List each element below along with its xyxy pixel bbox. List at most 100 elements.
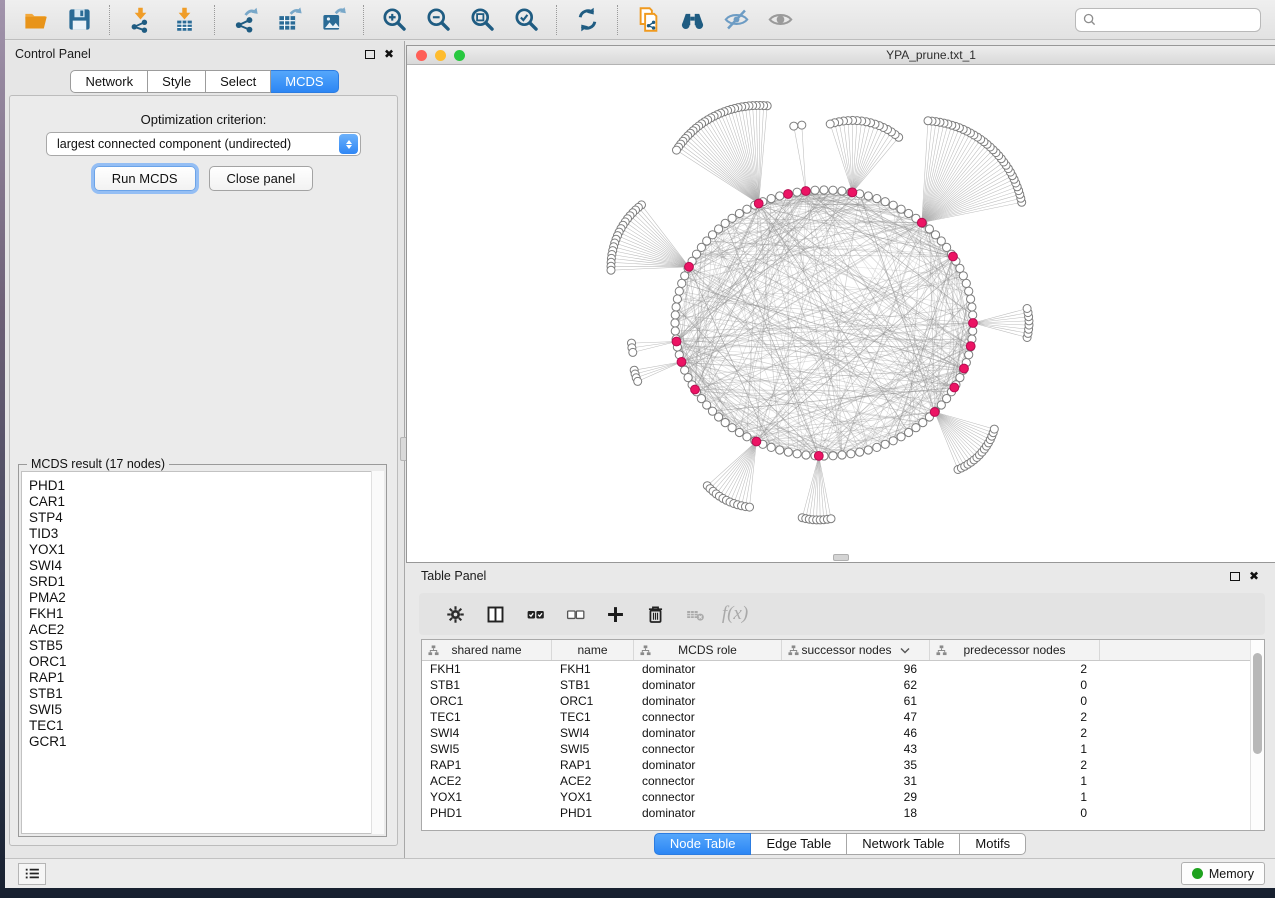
tab-network[interactable]: Network — [70, 70, 148, 93]
window-minimize-icon[interactable] — [435, 50, 446, 61]
column-header-predecessor-nodes[interactable]: predecessor nodes — [930, 640, 1100, 660]
tab-network-table[interactable]: Network Table — [847, 833, 960, 855]
search-windows-icon[interactable] — [670, 3, 714, 37]
search-input[interactable] — [1101, 13, 1253, 27]
import-table-icon[interactable] — [162, 3, 206, 37]
table-scrollbar-thumb[interactable] — [1253, 653, 1262, 754]
hide-panels-icon[interactable] — [714, 3, 758, 37]
tab-style[interactable]: Style — [148, 70, 206, 93]
network-window-titlebar[interactable]: YPA_prune.txt_1 — [407, 46, 1275, 65]
result-node-item[interactable]: CAR1 — [29, 494, 383, 510]
deselect-all-icon[interactable] — [555, 597, 595, 631]
table-row[interactable]: SWI5SWI5connector431 — [422, 741, 1264, 757]
zoom-selected-icon[interactable] — [504, 3, 548, 37]
window-zoom-icon[interactable] — [454, 50, 465, 61]
table-row[interactable]: ACE2ACE2connector311 — [422, 773, 1264, 789]
cell-successor-nodes: 46 — [782, 726, 930, 740]
result-node-item[interactable]: STB5 — [29, 638, 383, 654]
cell-predecessor-nodes: 1 — [930, 742, 1100, 756]
cell-name: ACE2 — [552, 774, 634, 788]
result-node-item[interactable]: TID3 — [29, 526, 383, 542]
refresh-view-icon[interactable] — [565, 3, 609, 37]
cell-name: ORC1 — [552, 694, 634, 708]
cell-successor-nodes: 31 — [782, 774, 930, 788]
table-row[interactable]: ORC1ORC1dominator610 — [422, 693, 1264, 709]
memory-button[interactable]: Memory — [1181, 862, 1265, 885]
function-icon[interactable]: f(x) — [715, 597, 755, 631]
mcds-result-title: MCDS result (17 nodes) — [27, 457, 169, 471]
result-node-item[interactable]: ACE2 — [29, 622, 383, 638]
clone-network-icon[interactable] — [626, 3, 670, 37]
network-canvas[interactable] — [407, 65, 1275, 562]
result-node-item[interactable]: PMA2 — [29, 590, 383, 606]
table-row[interactable]: FKH1FKH1dominator962 — [422, 661, 1264, 677]
tab-node-table[interactable]: Node Table — [654, 833, 752, 855]
zoom-fit-icon[interactable] — [460, 3, 504, 37]
zoom-out-icon[interactable] — [416, 3, 460, 37]
cell-predecessor-nodes: 2 — [930, 662, 1100, 676]
float-icon[interactable] — [365, 50, 375, 59]
result-node-item[interactable]: ORC1 — [29, 654, 383, 670]
gear-icon[interactable] — [435, 597, 475, 631]
result-node-item[interactable]: GCR1 — [29, 734, 383, 750]
columns-icon[interactable] — [475, 597, 515, 631]
tab-edge-table[interactable]: Edge Table — [751, 833, 847, 855]
delete-icon[interactable] — [635, 597, 675, 631]
zoom-in-icon[interactable] — [372, 3, 416, 37]
result-node-item[interactable]: YOX1 — [29, 542, 383, 558]
result-node-item[interactable]: TEC1 — [29, 718, 383, 734]
open-folder-icon[interactable] — [13, 3, 57, 37]
table-row[interactable]: SWI4SWI4dominator462 — [422, 725, 1264, 741]
select-all-icon[interactable] — [515, 597, 555, 631]
table-row[interactable]: YOX1YOX1connector291 — [422, 789, 1264, 805]
column-header-successor-nodes[interactable]: successor nodes — [782, 640, 930, 660]
tab-select[interactable]: Select — [206, 70, 271, 93]
close-icon[interactable]: ✖ — [1249, 570, 1259, 582]
global-search-field[interactable] — [1075, 8, 1261, 32]
table-row[interactable]: TEC1TEC1connector472 — [422, 709, 1264, 725]
save-session-icon[interactable] — [57, 3, 101, 37]
table-row[interactable]: STB1STB1dominator620 — [422, 677, 1264, 693]
tab-mcds[interactable]: MCDS — [271, 70, 338, 93]
cell-MCDS-role: dominator — [634, 758, 782, 772]
run-mcds-button[interactable]: Run MCDS — [94, 166, 196, 191]
column-header-shared-name[interactable]: shared name — [422, 640, 552, 660]
cell-MCDS-role: dominator — [634, 726, 782, 740]
result-node-item[interactable]: SRD1 — [29, 574, 383, 590]
table-row[interactable]: PHD1PHD1dominator180 — [422, 805, 1264, 821]
result-list-scrollbar[interactable] — [371, 471, 384, 834]
result-node-item[interactable]: SWI5 — [29, 702, 383, 718]
result-node-item[interactable]: SWI4 — [29, 558, 383, 574]
float-icon[interactable] — [1230, 572, 1240, 581]
tab-motifs[interactable]: Motifs — [960, 833, 1026, 855]
export-network-icon[interactable] — [223, 3, 267, 37]
optimization-criterion-value: largest connected component (undirected) — [47, 137, 339, 151]
table-row[interactable]: RAP1RAP1dominator352 — [422, 757, 1264, 773]
main-toolbar — [5, 0, 1275, 40]
table-scrollbar[interactable] — [1250, 640, 1264, 830]
result-node-item[interactable]: PHD1 — [29, 478, 383, 494]
attribute-icon — [936, 645, 947, 656]
export-table-icon[interactable] — [267, 3, 311, 37]
cell-name: SWI5 — [552, 742, 634, 756]
delete-column-icon[interactable] — [675, 597, 715, 631]
show-graphics-icon[interactable] — [758, 3, 802, 37]
window-close-icon[interactable] — [416, 50, 427, 61]
result-node-item[interactable]: STP4 — [29, 510, 383, 526]
result-node-item[interactable]: FKH1 — [29, 606, 383, 622]
node-table[interactable]: shared namenameMCDS rolesuccessor nodesp… — [421, 639, 1265, 831]
column-header-MCDS-role[interactable]: MCDS role — [634, 640, 782, 660]
result-node-item[interactable]: RAP1 — [29, 670, 383, 686]
export-image-icon[interactable] — [311, 3, 355, 37]
close-icon[interactable]: ✖ — [384, 48, 394, 60]
horizontal-splitter-handle[interactable] — [833, 554, 849, 561]
optimization-criterion-select[interactable]: largest connected component (undirected) — [46, 132, 361, 156]
import-network-icon[interactable] — [118, 3, 162, 37]
column-header-name[interactable]: name — [552, 640, 634, 660]
add-icon[interactable] — [595, 597, 635, 631]
mcds-result-list[interactable]: PHD1CAR1STP4TID3YOX1SWI4SRD1PMA2FKH1ACE2… — [21, 471, 384, 834]
result-node-item[interactable]: STB1 — [29, 686, 383, 702]
close-panel-button[interactable]: Close panel — [209, 166, 314, 191]
task-list-icon[interactable] — [18, 863, 46, 885]
cell-successor-nodes: 35 — [782, 758, 930, 772]
